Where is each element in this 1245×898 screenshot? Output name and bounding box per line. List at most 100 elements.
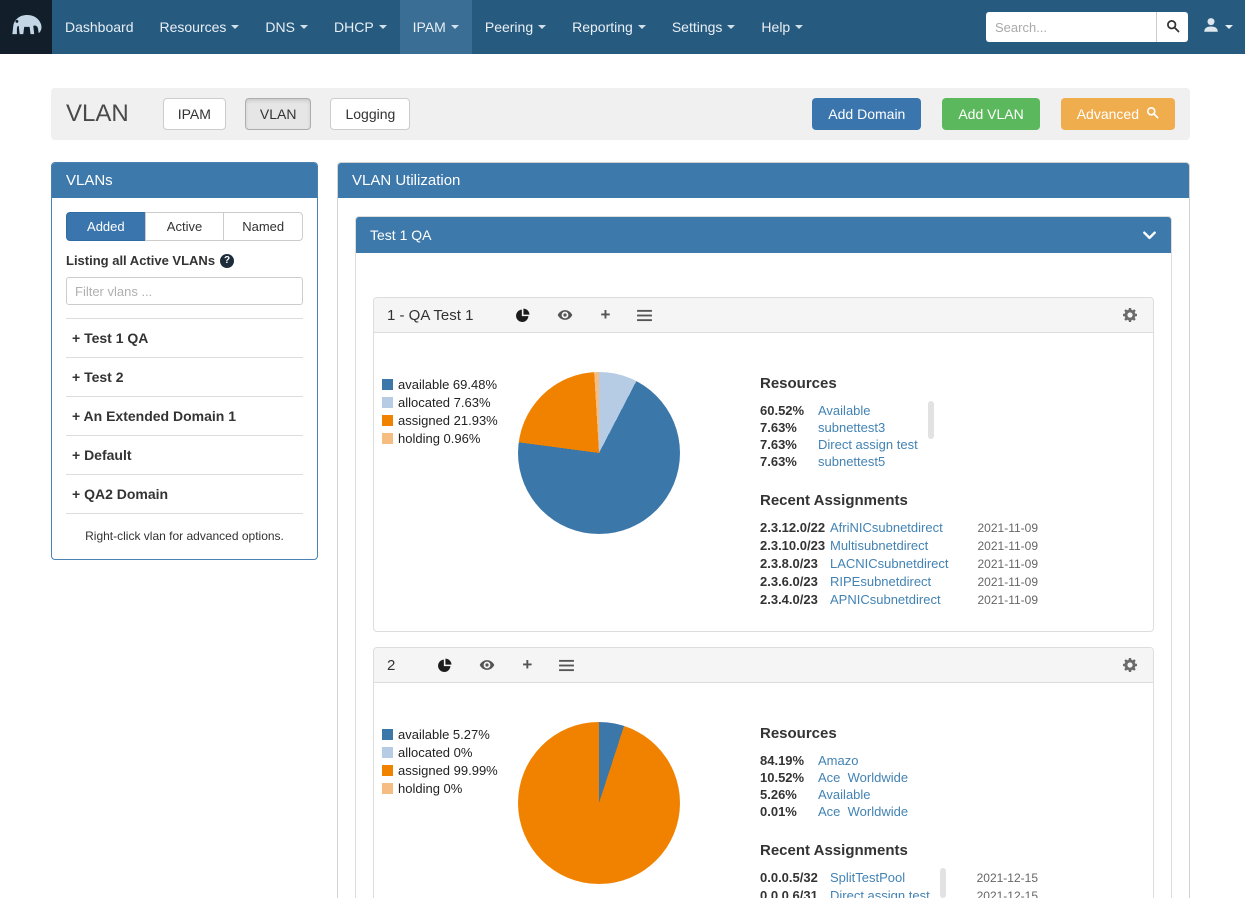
app-logo[interactable] bbox=[0, 0, 52, 54]
assignment-link[interactable]: RIPEsubnetdirect bbox=[830, 573, 931, 590]
legend-label: allocated 7.63% bbox=[398, 395, 491, 410]
tab-ipam[interactable]: IPAM bbox=[163, 98, 226, 130]
search-input[interactable] bbox=[986, 12, 1156, 42]
resource-link[interactable]: subnettest5 bbox=[818, 453, 885, 470]
resource-link[interactable]: Ace Worldwide bbox=[818, 769, 908, 786]
add-vlan-button[interactable]: Add VLAN bbox=[942, 98, 1039, 130]
caret-down-icon bbox=[231, 25, 239, 29]
nav-item-resources[interactable]: Resources bbox=[147, 0, 253, 54]
vlan-item-qa2-domain[interactable]: + QA2 Domain bbox=[66, 475, 303, 514]
gear-icon[interactable] bbox=[1122, 657, 1138, 673]
legend-swatch bbox=[382, 765, 393, 776]
vlan-tab-named[interactable]: Named bbox=[223, 212, 303, 241]
assignment-date: 2021-11-09 bbox=[962, 592, 1039, 609]
section-title: Test 1 QA bbox=[370, 227, 431, 243]
nav-item-dashboard[interactable]: Dashboard bbox=[52, 0, 147, 54]
vlan-card-1: 1 - QA Test 1 + bbox=[373, 297, 1154, 632]
nav-item-settings[interactable]: Settings bbox=[659, 0, 749, 54]
resource-pct: 60.52% bbox=[760, 402, 818, 419]
pie-legend: available 5.27% allocated 0% assigned 99… bbox=[382, 727, 518, 898]
resources-heading: Resources bbox=[760, 725, 1038, 742]
menu-icon[interactable] bbox=[559, 659, 574, 672]
vlan-item-test2[interactable]: + Test 2 bbox=[66, 358, 303, 397]
utilization-pie-chart bbox=[518, 722, 680, 884]
vlans-panel-header: VLANs bbox=[52, 163, 317, 198]
assignment-date: 2021-11-09 bbox=[962, 574, 1039, 591]
resource-pct: 7.63% bbox=[760, 436, 818, 453]
vlans-panel: VLANs Added Active Named Listing all Act… bbox=[51, 162, 318, 560]
vlan-item-test1qa[interactable]: + Test 1 QA bbox=[66, 319, 303, 358]
caret-down-icon bbox=[538, 25, 546, 29]
pie-legend: available 69.48% allocated 7.63% assigne… bbox=[382, 377, 518, 609]
assignment-date: 2021-12-15 bbox=[961, 888, 1038, 898]
vlan-utilization-panel: VLAN Utilization Test 1 QA 1 - QA Test 1 bbox=[337, 162, 1190, 898]
vlan-item-default[interactable]: + Default bbox=[66, 436, 303, 475]
vlan-utilization-header: VLAN Utilization bbox=[338, 163, 1189, 198]
resource-link[interactable]: Ace Worldwide bbox=[818, 803, 908, 820]
legend-label: allocated 0% bbox=[398, 745, 472, 760]
assignment-cidr: 2.3.4.0/23 bbox=[760, 591, 826, 608]
search-button[interactable] bbox=[1156, 12, 1188, 42]
nav-item-reporting[interactable]: Reporting bbox=[559, 0, 659, 54]
mammoth-logo-icon bbox=[6, 5, 46, 50]
nav-item-dns[interactable]: DNS bbox=[252, 0, 321, 54]
vlan-section-test1qa: Test 1 QA 1 - QA Test 1 bbox=[355, 216, 1172, 898]
section-header[interactable]: Test 1 QA bbox=[356, 217, 1171, 253]
advanced-button[interactable]: Advanced bbox=[1061, 98, 1175, 130]
user-menu-button[interactable] bbox=[1202, 16, 1233, 39]
eye-icon[interactable] bbox=[557, 309, 573, 321]
eye-icon[interactable] bbox=[479, 659, 495, 671]
menu-icon[interactable] bbox=[637, 309, 652, 322]
caret-down-icon bbox=[451, 25, 459, 29]
chevron-down-icon[interactable] bbox=[1142, 228, 1157, 243]
legend-label: holding 0.96% bbox=[398, 431, 480, 446]
recent-assignments-heading: Recent Assignments bbox=[760, 842, 1038, 859]
resource-link[interactable]: Available bbox=[818, 402, 871, 419]
search-icon bbox=[1139, 106, 1159, 122]
resource-link[interactable]: Available bbox=[818, 786, 871, 803]
help-icon[interactable]: ? bbox=[220, 254, 234, 268]
assignment-link[interactable]: AfriNICsubnetdirect bbox=[830, 519, 943, 536]
nav-item-help[interactable]: Help bbox=[748, 0, 816, 54]
assignment-link[interactable]: SplitTestPool bbox=[830, 869, 905, 886]
resource-link[interactable]: subnettest3 bbox=[818, 419, 885, 436]
caret-down-icon bbox=[727, 25, 735, 29]
tab-vlan[interactable]: VLAN bbox=[245, 98, 312, 130]
scrollbar-thumb[interactable] bbox=[928, 401, 934, 439]
recent-assignments-heading: Recent Assignments bbox=[760, 492, 1038, 509]
utilization-pie-chart bbox=[518, 372, 680, 534]
pie-chart-icon[interactable] bbox=[437, 658, 452, 673]
caret-down-icon bbox=[795, 25, 803, 29]
resource-link[interactable]: Direct assign test bbox=[818, 436, 918, 453]
caret-down-icon bbox=[379, 25, 387, 29]
resource-pct: 5.26% bbox=[760, 786, 818, 803]
pie-chart-icon[interactable] bbox=[515, 308, 530, 323]
add-domain-button[interactable]: Add Domain bbox=[812, 98, 921, 130]
tab-logging[interactable]: Logging bbox=[330, 98, 410, 130]
legend-swatch bbox=[382, 747, 393, 758]
assignment-link[interactable]: Direct assign test bbox=[830, 887, 930, 898]
vlan-filter-input[interactable] bbox=[66, 277, 303, 305]
assignment-cidr: 2.3.6.0/23 bbox=[760, 573, 826, 590]
plus-icon[interactable]: + bbox=[522, 658, 532, 672]
nav-item-ipam[interactable]: IPAM bbox=[400, 0, 472, 54]
nav-item-dhcp[interactable]: DHCP bbox=[321, 0, 400, 54]
vlan-tab-added[interactable]: Added bbox=[66, 212, 146, 241]
plus-icon[interactable]: + bbox=[600, 308, 610, 322]
assignment-date: 2021-11-09 bbox=[962, 520, 1039, 537]
assignment-link[interactable]: APNICsubnetdirect bbox=[830, 591, 941, 608]
legend-swatch bbox=[382, 415, 393, 426]
assignment-link[interactable]: LACNICsubnetdirect bbox=[830, 555, 949, 572]
scrollbar-thumb[interactable] bbox=[940, 868, 946, 898]
page-title: VLAN bbox=[66, 100, 129, 128]
card-title: 1 - QA Test 1 bbox=[387, 307, 473, 324]
gear-icon[interactable] bbox=[1122, 307, 1138, 323]
listing-label: Listing all Active VLANs bbox=[66, 253, 215, 268]
nav-item-peering[interactable]: Peering bbox=[472, 0, 559, 54]
resource-link[interactable]: Amazo bbox=[818, 752, 858, 769]
assignment-link[interactable]: Multisubnetdirect bbox=[830, 537, 928, 554]
vlan-tab-active[interactable]: Active bbox=[145, 212, 225, 241]
assignment-cidr: 2.3.12.0/22 bbox=[760, 519, 826, 536]
assignment-date: 2021-12-15 bbox=[961, 870, 1038, 887]
vlan-item-extended-domain-1[interactable]: + An Extended Domain 1 bbox=[66, 397, 303, 436]
